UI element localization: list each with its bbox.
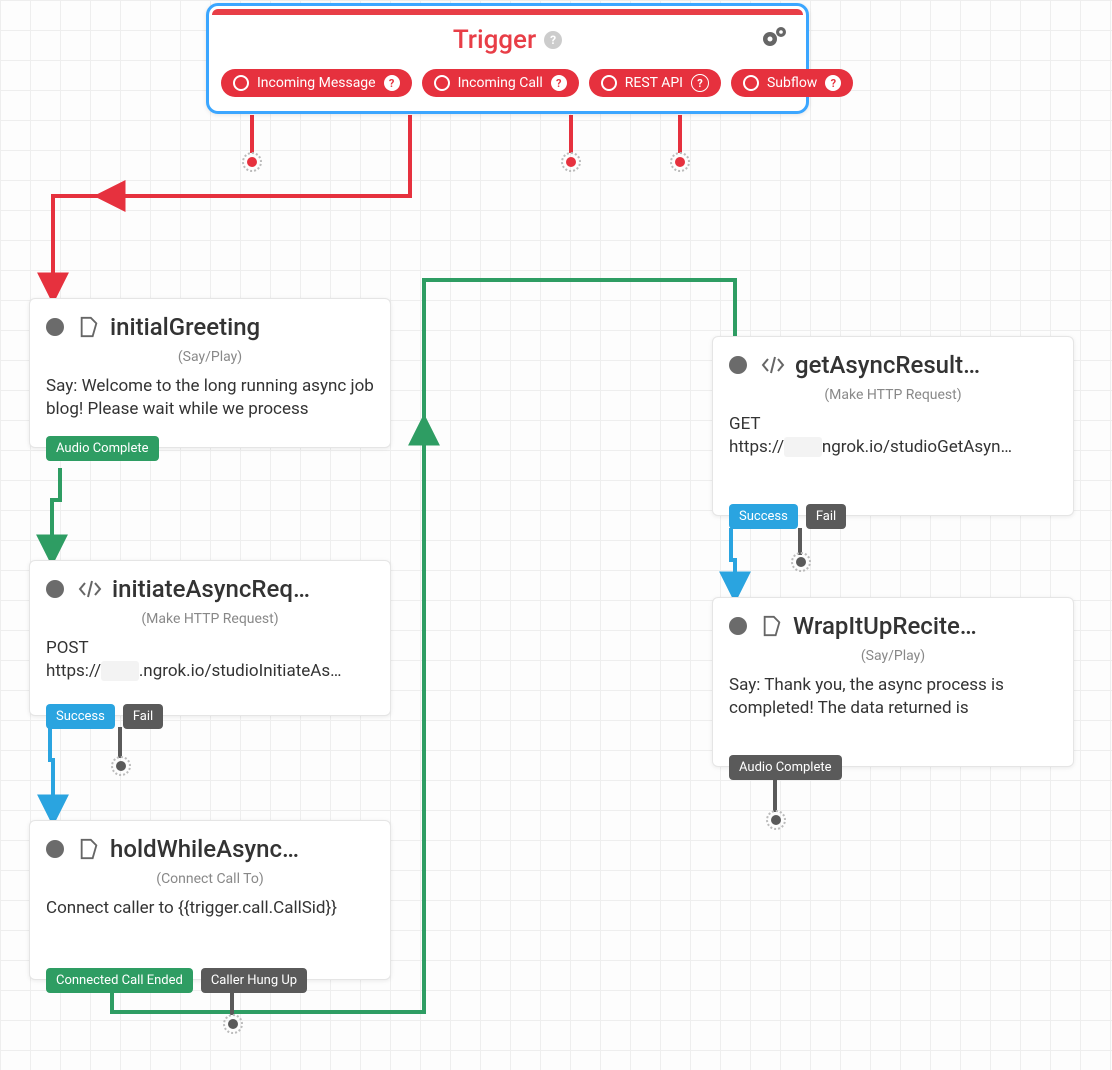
unconnected-port[interactable]: [242, 152, 262, 172]
output-audio-complete[interactable]: Audio Complete: [729, 755, 842, 780]
say-play-icon: [761, 615, 783, 637]
node-title: getAsyncResult…: [795, 351, 980, 379]
output-connected-call-ended[interactable]: Connected Call Ended: [46, 968, 193, 993]
node-subtitle: (Make HTTP Request): [713, 383, 1073, 413]
trigger-widget[interactable]: Trigger ? Incoming Message ? Incoming Ca…: [206, 3, 809, 114]
node-body: POST https://xxxx.ngrok.io/studioInitiat…: [30, 637, 390, 697]
port-icon: [743, 75, 759, 91]
node-subtitle: (Make HTTP Request): [30, 607, 390, 637]
port-icon: [601, 75, 617, 91]
unconnected-port[interactable]: [766, 810, 786, 830]
output-fail[interactable]: Fail: [806, 504, 846, 529]
pill-subflow[interactable]: Subflow ?: [731, 69, 853, 97]
code-icon: [78, 579, 102, 599]
node-input-port[interactable]: [729, 617, 747, 635]
help-icon[interactable]: ?: [691, 74, 709, 92]
say-play-icon: [78, 838, 100, 860]
node-body: Say: Welcome to the long running async j…: [30, 375, 390, 435]
pill-label: Subflow: [767, 75, 817, 91]
node-title: initialGreeting: [110, 313, 260, 341]
pill-label: Incoming Call: [458, 75, 543, 91]
node-subtitle: (Connect Call To): [30, 867, 390, 897]
node-input-port[interactable]: [46, 580, 64, 598]
node-input-port[interactable]: [46, 840, 64, 858]
unconnected-port[interactable]: [791, 552, 811, 572]
settings-gears-icon[interactable]: [762, 25, 788, 51]
node-body: Say: Thank you, the async process is com…: [713, 674, 1073, 734]
node-input-port[interactable]: [729, 356, 747, 374]
output-fail[interactable]: Fail: [123, 704, 163, 729]
unconnected-port[interactable]: [223, 1014, 243, 1034]
unconnected-port[interactable]: [561, 152, 581, 172]
flow-canvas[interactable]: Trigger ? Incoming Message ? Incoming Ca…: [0, 0, 1112, 1070]
node-input-port[interactable]: [46, 318, 64, 336]
help-icon[interactable]: ?: [551, 75, 567, 91]
unconnected-port[interactable]: [670, 152, 690, 172]
pill-rest-api[interactable]: REST API ?: [589, 69, 721, 97]
trigger-title: Trigger: [453, 25, 536, 55]
help-icon[interactable]: ?: [825, 75, 841, 91]
pill-incoming-message[interactable]: Incoming Message ?: [221, 69, 412, 97]
help-icon[interactable]: ?: [544, 31, 562, 49]
unconnected-port[interactable]: [111, 756, 131, 776]
trigger-transitions: Incoming Message ? Incoming Call ? REST …: [209, 61, 806, 111]
node-initiateAsyncReq[interactable]: initiateAsyncReq… (Make HTTP Request) PO…: [29, 560, 391, 716]
output-audio-complete[interactable]: Audio Complete: [46, 436, 159, 461]
node-title: holdWhileAsync…: [110, 835, 299, 863]
node-initialGreeting[interactable]: initialGreeting (Say/Play) Say: Welcome …: [29, 298, 391, 448]
output-success[interactable]: Success: [46, 704, 115, 729]
help-icon[interactable]: ?: [384, 75, 400, 91]
pill-incoming-call[interactable]: Incoming Call ?: [422, 69, 579, 97]
say-play-icon: [78, 316, 100, 338]
output-caller-hung-up[interactable]: Caller Hung Up: [201, 968, 307, 993]
code-icon: [761, 355, 785, 375]
node-body: GET https://xxxxngrok.io/studioGetAsyn…: [713, 413, 1073, 473]
node-getAsyncResult[interactable]: getAsyncResult… (Make HTTP Request) GET …: [712, 336, 1074, 516]
node-subtitle: (Say/Play): [713, 644, 1073, 674]
node-title: initiateAsyncReq…: [112, 575, 310, 603]
port-icon: [434, 75, 450, 91]
node-title: WrapItUpRecite…: [793, 612, 977, 640]
pill-label: Incoming Message: [257, 75, 376, 91]
node-subtitle: (Say/Play): [30, 345, 390, 375]
pill-label: REST API: [625, 75, 683, 91]
node-body: Connect caller to {{trigger.call.CallSid…: [30, 897, 390, 934]
node-holdWhileAsync[interactable]: holdWhileAsync… (Connect Call To) Connec…: [29, 820, 391, 980]
node-wrapItUpRecite[interactable]: WrapItUpRecite… (Say/Play) Say: Thank yo…: [712, 597, 1074, 767]
output-success[interactable]: Success: [729, 504, 798, 529]
trigger-header: Trigger ?: [209, 15, 806, 61]
port-icon: [233, 75, 249, 91]
